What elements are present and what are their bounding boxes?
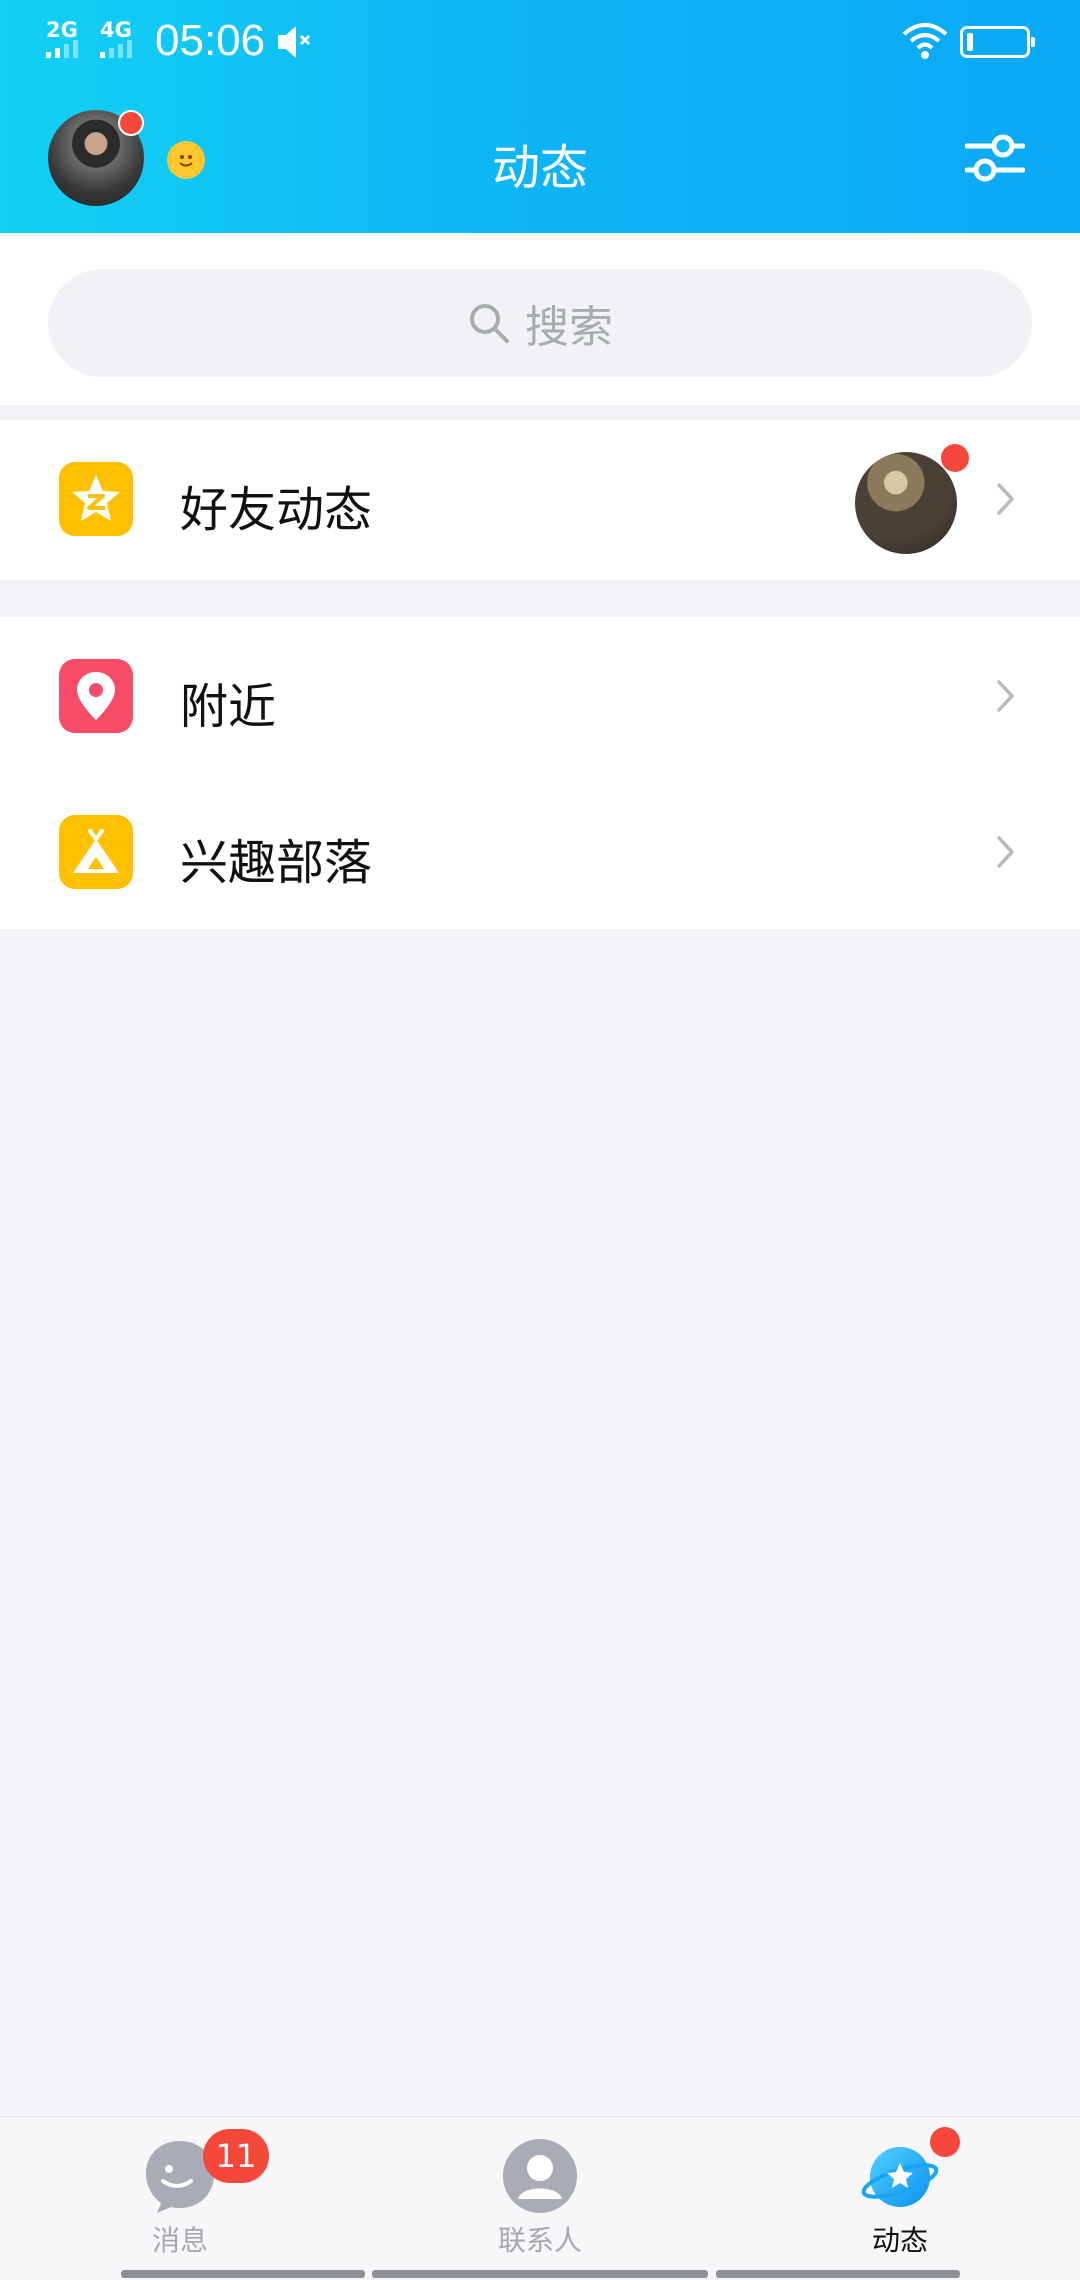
discover-section: 附近 兴趣部落	[0, 617, 1080, 929]
person-glyph	[503, 2139, 577, 2213]
chevron-right-icon	[997, 483, 1014, 515]
chevron-right-icon	[997, 836, 1014, 868]
planet-star-icon	[861, 2137, 939, 2215]
list-item-friends-feed[interactable]: 好友动态	[0, 420, 1080, 576]
friend-feed-thumbnail	[855, 452, 957, 554]
bottom-tab-bar: 消息 11 联系人 动态	[0, 2116, 1080, 2280]
tab-label: 消息	[151, 2224, 208, 2257]
wifi-icon	[902, 23, 948, 59]
list-item-nearby[interactable]: 附近	[0, 617, 1080, 773]
pin-glyph	[77, 672, 115, 720]
sim2-signal: 4G	[100, 18, 132, 58]
tab-label: 联系人	[497, 2224, 582, 2257]
planet-glyph	[861, 2147, 939, 2207]
search-input[interactable]: 搜索	[48, 269, 1032, 377]
status-bar: 2G 4G 05:06	[0, 0, 1080, 82]
tab-moments[interactable]: 动态	[800, 2137, 1000, 2259]
battery-level	[967, 33, 973, 51]
page-title: 动态	[491, 140, 588, 196]
star-glyph	[72, 475, 120, 521]
location-pin-icon	[59, 659, 133, 733]
tab-label: 动态	[871, 2224, 928, 2257]
tent-glyph	[73, 829, 119, 873]
nav-indicator-right	[716, 2270, 960, 2278]
nav-indicator-left	[121, 2270, 365, 2278]
list-item-label: 兴趣部落	[180, 835, 373, 891]
settings-sliders-icon[interactable]	[965, 130, 1025, 186]
list-item-label: 好友动态	[180, 482, 373, 538]
clock: 05:06	[155, 16, 266, 65]
list-item-label: 附近	[180, 679, 277, 735]
tab-contacts[interactable]: 联系人	[440, 2137, 640, 2259]
sim1-signal: 2G	[46, 18, 78, 58]
speaker-mute-icon	[278, 26, 311, 58]
chevron-right-icon	[997, 680, 1014, 712]
search-section: 搜索	[0, 233, 1080, 405]
search-placeholder: 搜索	[525, 302, 613, 353]
header-bar: 2G 4G 05:06 动态	[0, 0, 1080, 233]
battery-icon	[960, 26, 1035, 58]
nav-indicator-center	[372, 2270, 708, 2278]
sim2-label: 4G	[100, 18, 132, 42]
sim1-label: 2G	[46, 18, 78, 42]
list-item-interest-tribe[interactable]: 兴趣部落	[0, 773, 1080, 929]
search-icon	[470, 304, 509, 343]
qzone-star-icon	[59, 462, 133, 536]
friends-feed-section: 好友动态	[0, 420, 1080, 580]
moments-notification-dot	[930, 2127, 960, 2157]
contacts-person-icon	[501, 2137, 579, 2215]
unread-badge: 11	[203, 2129, 269, 2183]
friend-feed-notification-dot	[941, 444, 969, 472]
tent-icon	[59, 815, 133, 889]
